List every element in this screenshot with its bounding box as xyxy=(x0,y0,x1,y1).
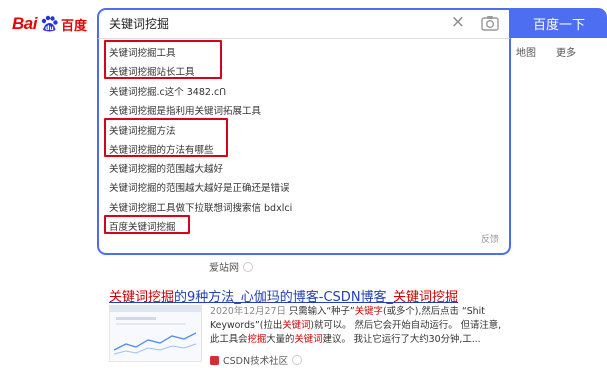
suggestion-item[interactable]: 关键词挖掘的范围越大越好 xyxy=(109,161,223,175)
title-keyword: 关键词挖掘 xyxy=(109,290,175,305)
highlight-box xyxy=(104,215,190,234)
search-input[interactable]: 关键词挖掘 xyxy=(109,15,169,32)
search-button[interactable]: 百度一下 xyxy=(511,8,607,38)
baidu-logo[interactable]: Bai du 百度 xyxy=(12,12,87,36)
search-box[interactable]: 关键词挖掘 × xyxy=(97,8,511,38)
snippet-text: 只需输入“种子” xyxy=(288,306,355,317)
title-text: 的9种方法_心伽玛的博客-CSDN博客_ xyxy=(174,290,394,305)
nav-more-link[interactable]: 更多 xyxy=(556,44,576,59)
suggestion-dropdown: 关键词挖掘工具 关键词挖掘站长工具 关键词挖掘.c这个 3482.cՈ 关键词挖… xyxy=(97,38,511,255)
site-favicon-icon xyxy=(210,355,219,365)
logo-du-text: du xyxy=(45,25,54,32)
suggestion-item[interactable]: 关键词挖掘是指利用关键词拓展工具 xyxy=(109,103,261,117)
paw-icon: du xyxy=(41,15,58,32)
suggestion-item[interactable]: 关键词挖掘的范围越大越好是正确还是错误 xyxy=(109,180,290,194)
result-date: 2020年12月27日 xyxy=(210,306,286,317)
snippet-text: 建议。 我让它运行了大约30分钟,工... xyxy=(322,334,481,345)
verified-icon xyxy=(243,261,253,272)
snippet-text: 大量的 xyxy=(266,334,295,345)
logo-bai-text: Bai xyxy=(12,14,37,33)
prev-result-source: 爱站网 xyxy=(209,259,253,274)
title-keyword: 关键词挖掘 xyxy=(393,290,459,305)
source-name[interactable]: CSDN技术社区 xyxy=(223,353,288,367)
feedback-link[interactable]: 反馈 xyxy=(481,232,499,245)
suggestion-item[interactable]: 关键词挖掘.c这个 3482.cՈ xyxy=(109,84,226,98)
snippet-keyword: 关键词 xyxy=(294,334,323,345)
source-name[interactable]: 爱站网 xyxy=(209,259,239,274)
result-snippet: 2020年12月27日 只需输入“种子”关键字(或多个),然后点击 “Shit … xyxy=(210,305,506,347)
thumbnail-chart-image xyxy=(110,306,201,355)
snippet-keyword: 关键字 xyxy=(354,306,383,317)
result-title-link[interactable]: 关键词挖掘的9种方法_心伽玛的博客-CSDN博客_关键词挖掘 xyxy=(109,286,458,305)
nav-map-link[interactable]: 地图 xyxy=(516,44,536,59)
suggestion-item[interactable]: 关键词挖掘工具做下拉联想词搜索信 bdxlci xyxy=(109,200,292,214)
snippet-keyword: 关键词 xyxy=(282,320,311,331)
result-thumbnail[interactable] xyxy=(109,305,202,362)
clear-icon[interactable]: × xyxy=(451,12,465,32)
snippet-keyword: 挖掘 xyxy=(247,334,267,345)
logo-cn-text: 百度 xyxy=(60,18,87,34)
highlight-box xyxy=(104,118,228,157)
camera-icon[interactable] xyxy=(481,15,499,31)
verified-icon xyxy=(292,355,303,365)
result-source: CSDN技术社区 xyxy=(210,353,303,367)
highlight-box xyxy=(104,40,222,79)
